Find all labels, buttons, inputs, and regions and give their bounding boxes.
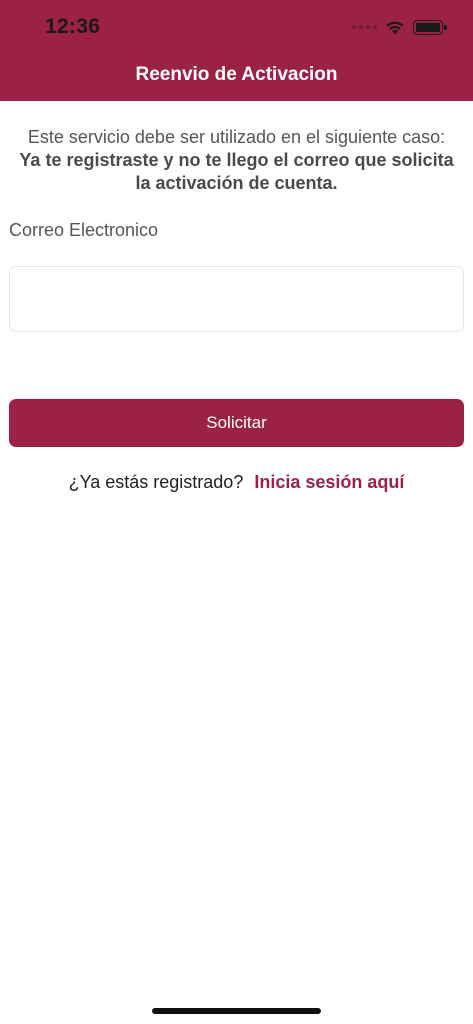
- intro-bold-line: Ya te registraste y no te llego el corre…: [19, 150, 454, 193]
- email-label: Correo Electronico: [9, 220, 159, 240]
- status-bar: 12:36: [0, 0, 473, 54]
- screen: 12:36 Reenvio de Activacion Este servici…: [0, 0, 473, 1024]
- status-time: 12:36: [45, 15, 101, 38]
- nav-title: Reenvio de Activacion: [135, 64, 338, 85]
- login-row: ¿Ya estás registrado? Inicia sesión aquí: [0, 472, 473, 493]
- home-indicator[interactable]: [152, 1008, 321, 1014]
- header: 12:36 Reenvio de Activacion: [0, 0, 473, 101]
- battery-icon: [413, 19, 447, 35]
- intro-text: Este servicio debe ser utilizado en el s…: [12, 126, 461, 195]
- email-field[interactable]: [9, 266, 464, 332]
- intro-line: Este servicio debe ser utilizado en el s…: [27, 127, 446, 147]
- wifi-icon: [386, 21, 404, 34]
- submit-button[interactable]: Solicitar: [9, 399, 464, 447]
- status-icons: [352, 17, 447, 37]
- login-link[interactable]: Inicia sesión aquí: [254, 472, 404, 492]
- cellular-signal-icon: [352, 25, 377, 29]
- login-question: ¿Ya estás registrado?: [68, 472, 244, 492]
